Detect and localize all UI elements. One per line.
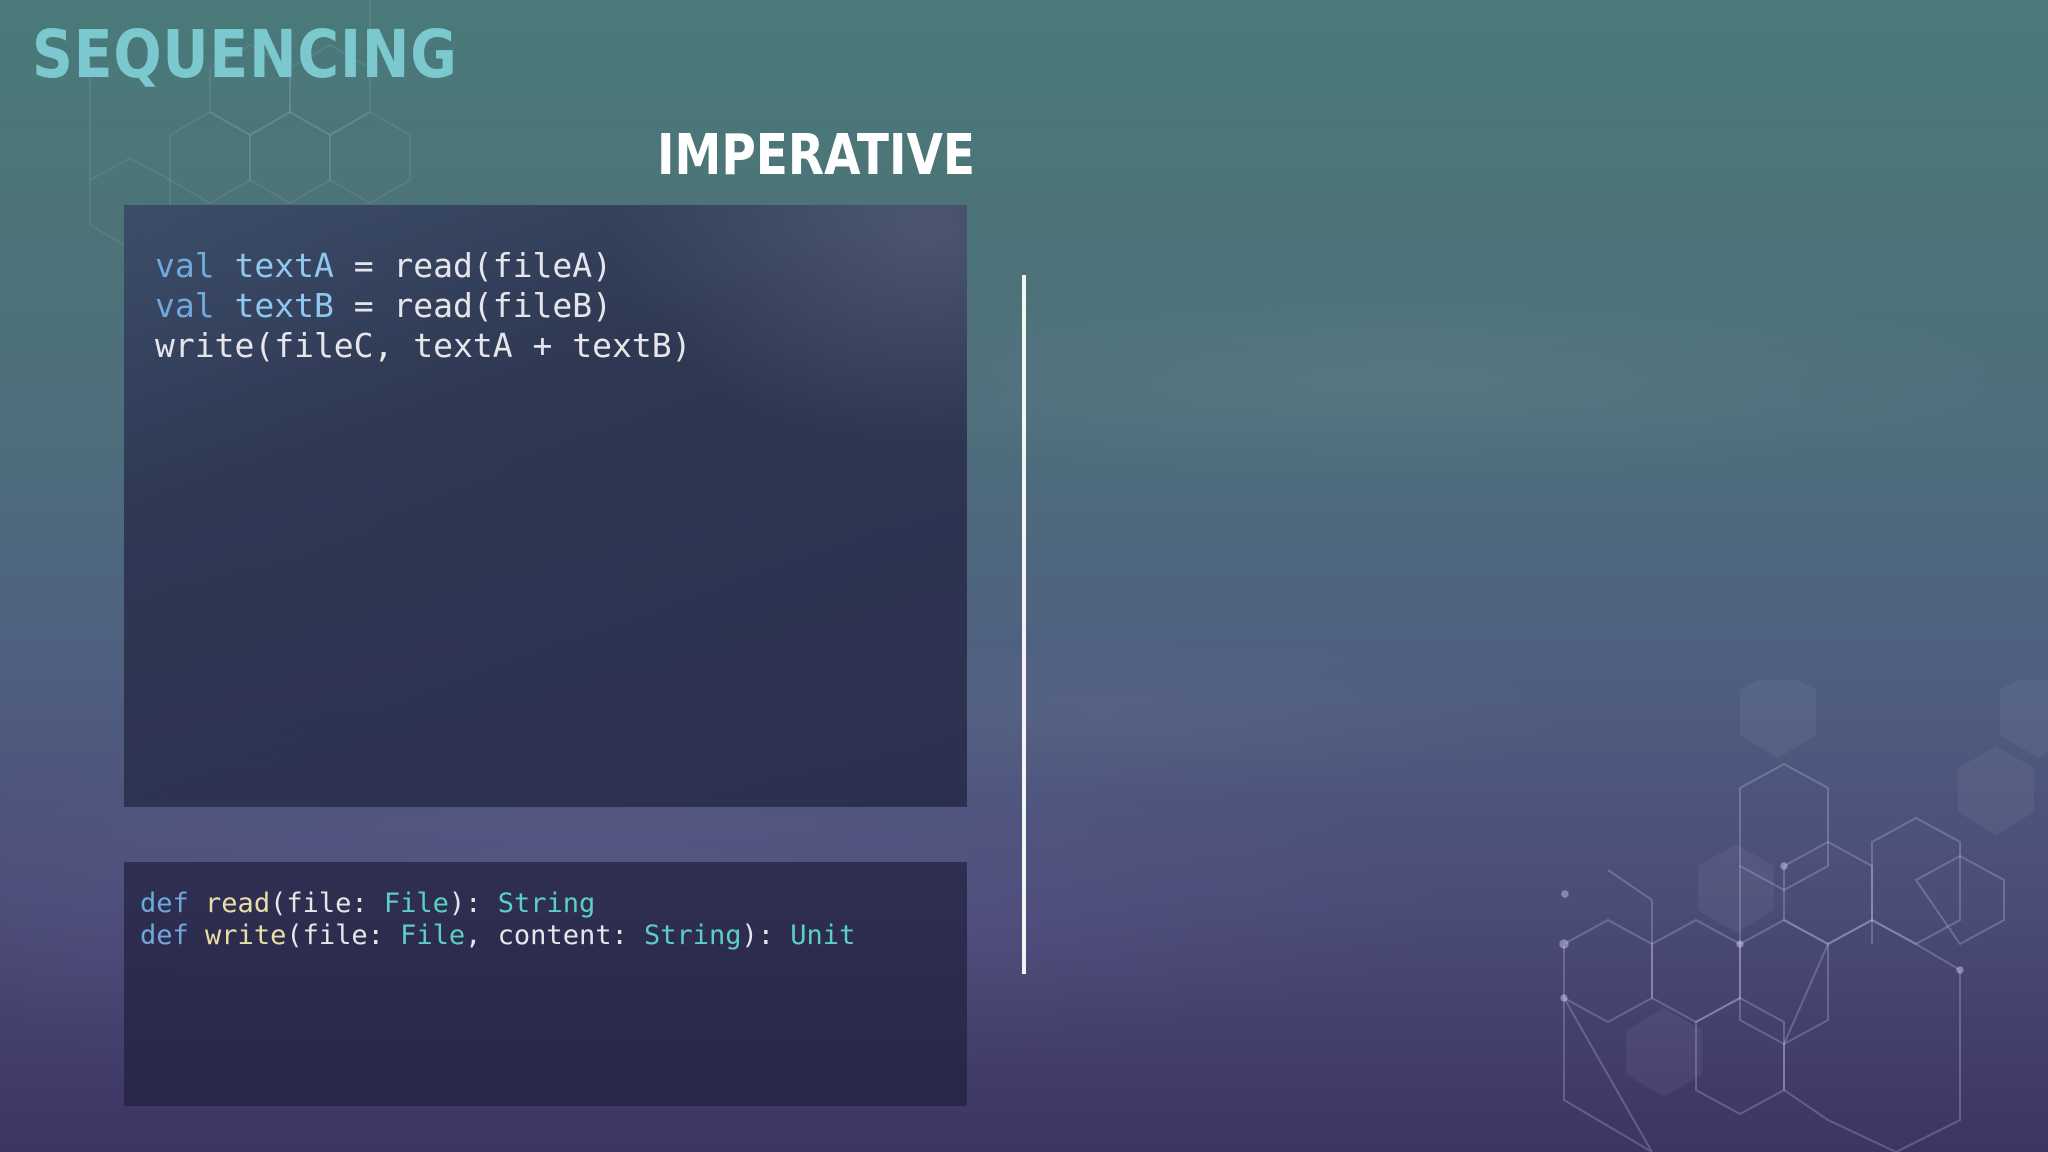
column-heading-imperative: IMPERATIVE [657,123,976,188]
hexagon-pattern-bottom-right [1559,680,2048,1152]
code-keyword: val [155,246,215,285]
code-keyword: def [140,888,189,919]
code-keyword: def [140,920,189,951]
code-text: write(fileC, textA + textB) [155,326,692,365]
code-text: ): [741,920,791,951]
code-text: = read(fileA) [333,246,612,285]
type-name: Unit [790,920,856,951]
code-text: = read(fileB) [333,286,612,325]
type-name: File [383,888,449,919]
type-name: String [643,920,742,951]
code-keyword: val [155,286,215,325]
code-text: ): [448,888,498,919]
code-text: , content: [465,920,644,951]
code-line: val textA = read(fileA) [155,246,612,285]
function-name: read [205,888,271,919]
code-line-read: def read(file: File): String [140,888,595,919]
code-line-write: def write(file: File, content: String): … [140,920,855,951]
code-line: write(fileC, textA + textB) [155,326,691,365]
slide-title: SEQUENCING [32,16,458,93]
vertical-divider [1022,275,1026,974]
code-variable: textB [234,286,334,325]
code-line: val textB = read(fileB) [155,286,612,325]
main-code: val textA = read(fileA) val textB = read… [155,246,691,366]
signature-code-block: def read(file: File): String def write(f… [124,862,967,1106]
code-variable: textA [234,246,334,285]
signature-code: def read(file: File): String def write(f… [140,888,855,952]
code-text: (file: [270,888,384,919]
code-text: (file: [286,920,401,951]
type-name: File [400,920,466,951]
main-code-block: val textA = read(fileA) val textB = read… [124,205,967,807]
function-name: write [205,920,287,951]
type-name: String [497,888,596,919]
